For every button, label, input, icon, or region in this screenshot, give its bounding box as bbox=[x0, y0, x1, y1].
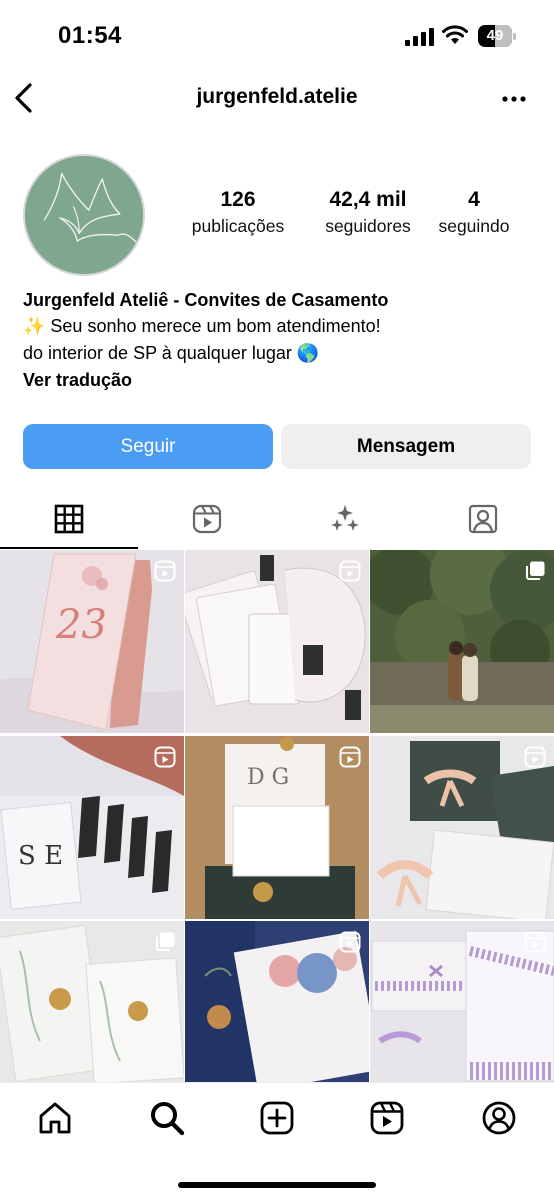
tagged-icon bbox=[468, 504, 498, 534]
reels-nav-icon[interactable] bbox=[369, 1100, 405, 1136]
reel-badge-icon bbox=[524, 746, 546, 768]
follow-button[interactable]: Seguir bbox=[23, 424, 273, 469]
grid-icon bbox=[54, 504, 84, 534]
profile-tabs bbox=[0, 494, 554, 550]
profile-header: jurgenfeld.atelie bbox=[0, 72, 554, 124]
reel-badge-icon bbox=[339, 931, 361, 953]
stat-followers-label: seguidores bbox=[325, 216, 411, 236]
stat-following[interactable]: 4 seguindo bbox=[428, 186, 520, 238]
profile-bio: Jurgenfeld Ateliê - Convites de Casament… bbox=[23, 288, 533, 393]
post-thumbnail[interactable] bbox=[185, 921, 369, 1082]
battery-level: 49 bbox=[486, 27, 504, 44]
post-thumbnail[interactable] bbox=[370, 736, 554, 919]
post-thumbnail[interactable]: 23 bbox=[0, 550, 184, 733]
profile-display-name: Jurgenfeld Ateliê - Convites de Casament… bbox=[23, 290, 389, 310]
post-thumbnail[interactable] bbox=[0, 921, 184, 1082]
invite-monogram-text: S E bbox=[18, 841, 63, 871]
post-thumbnail[interactable]: S E bbox=[0, 736, 184, 919]
posts-grid: 23 S E D G bbox=[0, 550, 554, 1082]
status-time: 01:54 bbox=[58, 22, 122, 49]
reel-badge-icon bbox=[339, 746, 361, 768]
stat-following-value: 4 bbox=[468, 188, 480, 211]
post-thumbnail[interactable]: D G bbox=[185, 736, 369, 919]
profile-nav-icon[interactable] bbox=[481, 1100, 517, 1136]
profile-username: jurgenfeld.atelie bbox=[196, 85, 358, 108]
message-button[interactable]: Mensagem bbox=[281, 424, 531, 469]
home-icon[interactable] bbox=[37, 1100, 73, 1136]
stat-posts-label: publicações bbox=[191, 216, 285, 236]
reel-badge-icon bbox=[339, 560, 361, 582]
more-options-icon[interactable] bbox=[502, 96, 526, 102]
stat-following-label: seguindo bbox=[438, 216, 510, 236]
bottom-navigation bbox=[0, 1082, 554, 1200]
tab-sparkles[interactable] bbox=[276, 494, 414, 548]
active-tab-indicator bbox=[0, 547, 138, 549]
profile-stats: 126 publicações 42,4 mil seguidores 4 se… bbox=[188, 186, 528, 246]
carousel-badge-icon bbox=[156, 932, 175, 951]
tab-posts-grid[interactable] bbox=[0, 494, 138, 549]
cellular-signal-icon bbox=[405, 28, 434, 46]
reel-badge-icon bbox=[154, 746, 176, 768]
table-number-text: 23 bbox=[55, 602, 107, 648]
sparkles-icon bbox=[331, 505, 359, 531]
tab-tagged[interactable] bbox=[414, 494, 552, 548]
battery-icon: 49 bbox=[478, 25, 516, 47]
home-indicator bbox=[178, 1182, 376, 1188]
stat-followers-value: 42,4 mil bbox=[329, 188, 407, 211]
post-thumbnail[interactable] bbox=[185, 550, 369, 733]
tab-reels[interactable] bbox=[138, 494, 276, 548]
bio-line-1: ✨ Seu sonho merece um bom atendimento! bbox=[23, 316, 381, 336]
search-icon[interactable] bbox=[149, 1100, 185, 1136]
profile-avatar[interactable] bbox=[23, 154, 145, 276]
invite-monogram-text: D G bbox=[247, 765, 289, 790]
bio-line-2: do interior de SP à qualquer lugar 🌎 bbox=[23, 343, 320, 363]
reels-icon bbox=[192, 504, 222, 534]
post-thumbnail[interactable] bbox=[370, 921, 554, 1082]
stat-posts[interactable]: 126 publicações bbox=[188, 186, 308, 238]
stat-followers[interactable]: 42,4 mil seguidores bbox=[306, 186, 430, 238]
carousel-badge-icon bbox=[526, 561, 545, 580]
post-thumbnail[interactable] bbox=[370, 550, 554, 733]
reel-badge-icon bbox=[154, 560, 176, 582]
see-translation-link[interactable]: Ver tradução bbox=[23, 367, 533, 393]
reel-badge-icon bbox=[524, 931, 546, 953]
create-icon[interactable] bbox=[259, 1100, 295, 1136]
avatar-logo-icon bbox=[43, 172, 138, 244]
status-bar: 01:54 49 bbox=[0, 0, 554, 72]
stat-posts-value: 126 bbox=[220, 188, 256, 211]
wifi-icon bbox=[442, 25, 468, 44]
